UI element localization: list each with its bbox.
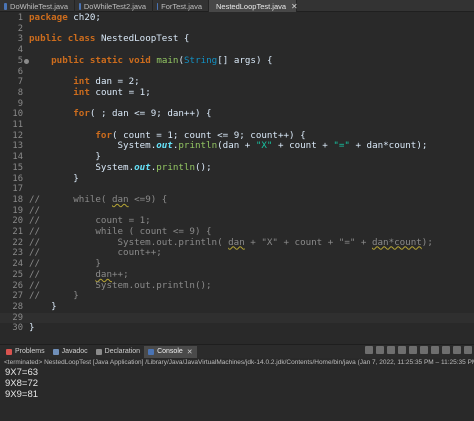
view-tab-label: Declaration [104, 348, 141, 355]
terminate-icon[interactable] [365, 346, 373, 354]
tab-dowhiletest[interactable]: DoWhileTest.java [0, 0, 75, 12]
code-line[interactable]: 18 // while( dan <=9) { [0, 193, 474, 206]
close-icon[interactable]: ✕ [291, 2, 298, 11]
line-number: 21 [12, 227, 23, 237]
clear-console-icon[interactable] [387, 346, 395, 354]
line-number: 15 [12, 162, 23, 173]
line-number: 1 [17, 13, 23, 23]
code-text: } [29, 172, 79, 184]
view-tab-label: Console [157, 348, 183, 355]
console-toolbar [365, 346, 472, 354]
code-line[interactable]: 15 System.out.println(); [0, 161, 474, 174]
tab-problems[interactable]: Problems [2, 346, 49, 358]
scroll-lock-icon[interactable] [398, 346, 406, 354]
tab-label: ForTest.java [161, 1, 202, 11]
console-launch-info: <terminated> NestedLoopTest [Java Applic… [0, 358, 474, 368]
line-number: 4 [17, 45, 23, 56]
java-file-icon [79, 2, 81, 10]
tab-nestedlooptest[interactable]: NestedLoopTest.java ✕ [209, 0, 298, 12]
bottom-view-tabs: Problems Javadoc Declaration Console ✕ [0, 344, 474, 358]
code-line[interactable]: 27// } [0, 290, 474, 302]
view-tab-label: Javadoc [61, 348, 88, 355]
line-number: 10 [12, 109, 23, 120]
tab-label: DoWhileTest.java [10, 1, 68, 11]
console-icon [148, 348, 155, 355]
line-number: 20 [12, 216, 23, 227]
line-number: 16 [12, 173, 23, 184]
close-icon[interactable]: ✕ [187, 348, 193, 356]
code-line[interactable]: 29 [0, 312, 474, 324]
code-line[interactable]: 28 } [0, 300, 474, 313]
line-number: 8 [17, 87, 23, 98]
console-output[interactable]: 9X7=63 9X8=72 9X9=81 [0, 367, 474, 421]
code-text: // while( dan <=9) { [29, 193, 168, 205]
tab-label: DoWhileTest2.java [83, 1, 146, 11]
code-text: int count = 1; [73, 86, 151, 98]
view-tab-label: Problems [15, 348, 45, 355]
code-line[interactable]: 1 package ch20; [0, 12, 474, 24]
code-line[interactable]: 5 public static void main(String[] args)… [0, 54, 474, 67]
console-line: 9X9=81 [5, 388, 39, 400]
line-number: 2 [17, 23, 23, 34]
code-text: } [29, 300, 57, 312]
code-line[interactable]: 30} [0, 323, 474, 334]
code-text: for( ; dan <= 9; dan++) { [73, 108, 212, 120]
code-text: public static void main(String[] args) { [51, 54, 273, 66]
problems-icon [6, 348, 12, 355]
line-number: 18 [12, 194, 23, 205]
declaration-icon [95, 348, 102, 355]
tab-label: NestedLoopTest.java [216, 1, 287, 11]
code-editor[interactable]: 1 package ch20; 2 3 public class NestedLoopT… [0, 12, 474, 335]
console-line: 9X8=72 [5, 377, 39, 389]
java-file-icon [157, 2, 159, 10]
code-line[interactable]: 3 public class NestedLoopTest { [0, 34, 474, 45]
tab-console[interactable]: Console ✕ [144, 345, 197, 358]
line-number: 7 [17, 77, 23, 88]
code-text: public class NestedLoopTest { [29, 33, 190, 45]
tab-javadoc[interactable]: Javadoc [49, 346, 92, 358]
code-text: } [29, 322, 35, 334]
line-number: 5 [17, 55, 23, 66]
line-number: 27 [12, 291, 23, 302]
line-number: 11 [12, 120, 23, 130]
pin-console-icon[interactable] [420, 346, 428, 354]
code-line[interactable]: 16 } [0, 172, 474, 185]
code-line[interactable]: 8 int count = 1; [0, 86, 474, 99]
line-number: 3 [17, 34, 23, 45]
maximize-icon[interactable] [464, 346, 472, 354]
tab-declaration[interactable]: Declaration [92, 346, 144, 358]
line-number: 30 [12, 323, 23, 334]
line-number: 29 [12, 312, 23, 323]
line-number: 12 [12, 130, 23, 141]
line-number: 26 [12, 280, 23, 291]
console-line: 9X7=63 [5, 367, 39, 378]
java-file-icon [4, 2, 8, 10]
minimize-icon[interactable] [453, 346, 461, 354]
line-number: 28 [12, 301, 23, 312]
line-number: 9 [17, 98, 23, 109]
javadoc-icon [52, 348, 59, 355]
line-number: 17 [12, 184, 23, 195]
line-number: 24 [12, 259, 23, 270]
code-text: System.out.println(); [29, 161, 212, 173]
line-number: 14 [12, 152, 23, 163]
editor-tab-bar: DoWhileTest.java DoWhileTest2.java ForTe… [0, 0, 474, 12]
line-number: 22 [12, 237, 23, 248]
line-number: 23 [12, 248, 23, 259]
open-console-icon[interactable] [442, 346, 450, 354]
line-number: 19 [12, 205, 23, 216]
tab-dowhiletest2[interactable]: DoWhileTest2.java [75, 0, 153, 12]
display-console-icon[interactable] [431, 346, 439, 354]
line-number: 25 [12, 269, 23, 280]
word-wrap-icon[interactable] [409, 346, 417, 354]
tab-fortest[interactable]: ForTest.java [153, 0, 209, 12]
line-number: 13 [12, 141, 23, 152]
code-line[interactable]: 10 for( ; dan <= 9; dan++) { [0, 108, 474, 120]
line-number: 6 [17, 66, 23, 77]
remove-launch-icon[interactable] [376, 346, 384, 354]
code-text: package ch20; [29, 12, 101, 23]
